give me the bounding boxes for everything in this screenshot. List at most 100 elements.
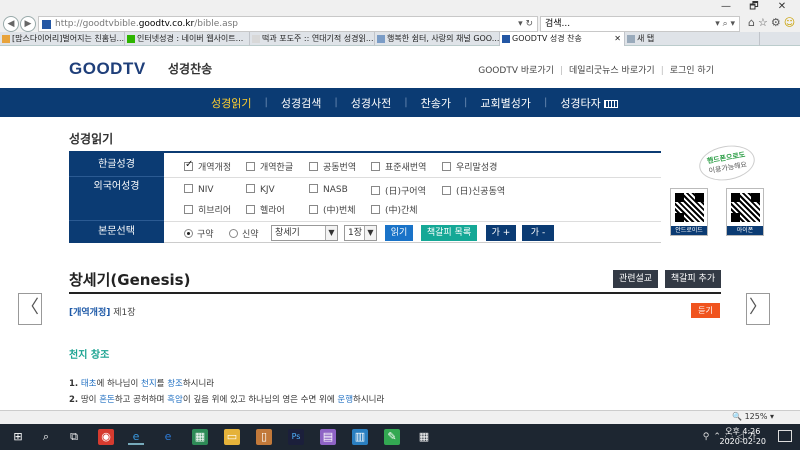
foreign-version-option[interactable]: (中)간체 — [371, 203, 418, 216]
calculator-icon[interactable]: ▦ — [416, 429, 432, 445]
menu-bible-dictionary[interactable]: 성경사전 — [338, 95, 404, 111]
korean-version-option[interactable]: 개역한글 — [246, 160, 293, 173]
korean-version-option[interactable]: 공동번역 — [309, 160, 356, 173]
search-icon[interactable]: ▾ ⌕ ▾ — [715, 17, 735, 31]
checkbox[interactable] — [442, 162, 451, 171]
foreign-version-option[interactable]: 히브리어 — [184, 203, 231, 216]
foreign-version-option[interactable]: (日)신공동역 — [442, 184, 505, 197]
iphone-qr[interactable]: 아이폰 — [726, 188, 764, 236]
checkbox[interactable] — [309, 162, 318, 171]
tab-label: [맘스다이어리]벌어지는 친홈님... — [12, 34, 125, 43]
chevron-down-icon: ▼ — [325, 226, 337, 240]
korean-version-option[interactable]: 개역개정 — [184, 159, 231, 173]
verse-text: 이 깊음 위에 있고 하나님의 영은 수면 위에 — [182, 395, 338, 405]
tab-1[interactable]: 인터넷성경 : 네이버 웹사이트... — [125, 32, 250, 46]
task-view-icon[interactable]: ⧉ — [66, 429, 82, 445]
checkbox[interactable] — [184, 159, 193, 171]
close-window-button[interactable]: ✕ — [768, 0, 796, 14]
windows-start-icon[interactable]: ⊞ — [10, 429, 26, 445]
zoom-control[interactable]: 🔍 125% ▾ — [732, 412, 774, 421]
search-icon[interactable]: ⌕ — [38, 429, 54, 445]
read-button[interactable]: 읽기 — [385, 225, 413, 241]
bookmark-list-button[interactable]: 책갈피 목록 — [421, 225, 477, 241]
verse-text: 하시니라 — [353, 395, 385, 405]
checkbox[interactable] — [442, 186, 451, 195]
chapter-select[interactable]: 1장 ▼ — [344, 225, 377, 241]
app-icon[interactable]: ▥ — [352, 429, 368, 445]
new-testament-radio[interactable]: 신약 — [229, 227, 259, 240]
tab-0[interactable]: [맘스다이어리]벌어지는 친홈님... — [0, 32, 125, 46]
checkbox[interactable] — [309, 205, 318, 214]
tab-2[interactable]: 떡과 포도주 :: 연대기적 성경읽... — [250, 32, 375, 46]
back-button[interactable]: ◀ — [3, 16, 19, 32]
app-icon[interactable]: ▦ — [192, 429, 208, 445]
edge-icon[interactable]: e — [160, 429, 176, 445]
refresh-icon[interactable]: ▾ ↻ — [518, 17, 533, 31]
foreign-version-option[interactable]: KJV — [246, 184, 275, 195]
checkbox[interactable] — [309, 184, 318, 193]
dictionary-word-link[interactable]: 흑암 — [167, 395, 183, 405]
checkbox[interactable] — [246, 184, 255, 193]
photoshop-icon[interactable]: Ps — [288, 429, 304, 445]
add-bookmark-button[interactable]: 책갈피 추가 — [665, 270, 721, 288]
android-qr[interactable]: 안드로이드 — [670, 188, 708, 236]
related-sermon-button[interactable]: 관련설교 — [613, 270, 658, 288]
address-bar[interactable]: http://goodtvbible.goodtv.co.kr/bible.as… — [38, 16, 538, 32]
search-input[interactable]: 검색... ▾ ⌕ ▾ — [540, 16, 740, 32]
goodtv-logo[interactable]: GOODTV — [69, 59, 146, 79]
checkbox[interactable] — [371, 162, 380, 171]
dictionary-word-link[interactable]: 창조 — [167, 379, 183, 389]
feedback-smiley-icon[interactable]: ☺ — [784, 16, 798, 29]
old-testament-radio[interactable]: 구약 — [184, 227, 214, 240]
settings-icon[interactable]: ⚙ — [771, 16, 784, 29]
checkbox[interactable] — [246, 162, 255, 171]
foreign-version-option[interactable]: NIV — [184, 184, 214, 195]
dictionary-word-link[interactable]: 태초 — [81, 379, 97, 389]
checkbox[interactable] — [371, 186, 380, 195]
app-icon[interactable]: ▯ — [256, 429, 272, 445]
notification-icon[interactable] — [778, 430, 792, 442]
checkbox[interactable] — [371, 205, 380, 214]
menu-bible-search[interactable]: 성경검색 — [268, 95, 334, 111]
korean-version-option[interactable]: 우리말성경 — [442, 160, 497, 173]
foreign-version-option[interactable]: (日)구어역 — [371, 184, 426, 197]
favorites-icon[interactable]: ☆ — [758, 16, 771, 29]
tab-5[interactable]: 새 탭 — [625, 32, 760, 46]
foreign-version-option[interactable]: NASB — [309, 184, 348, 195]
checkbox[interactable] — [246, 205, 255, 214]
home-icon[interactable]: ⌂ — [748, 16, 758, 29]
book-select[interactable]: 창세기 ▼ — [271, 225, 338, 241]
app-icon[interactable]: ▤ — [320, 429, 336, 445]
close-tab-icon[interactable]: ✕ — [614, 32, 621, 46]
font-larger-button[interactable]: 가 + — [486, 225, 516, 241]
login-link[interactable]: 로그인 하기 — [670, 66, 714, 76]
korean-version-option[interactable]: 표준새번역 — [371, 160, 426, 173]
font-smaller-button[interactable]: 가 - — [522, 225, 554, 241]
dictionary-word-link[interactable]: 운행 — [337, 395, 353, 405]
tab-4[interactable]: GOODTV 성경 찬송 ✕ — [500, 32, 625, 46]
next-chapter-arrow-icon[interactable]: 〉 — [746, 293, 770, 325]
tab-3[interactable]: 행복한 쉼터, 사랑의 채널 GOO... — [375, 32, 500, 46]
dailygoodnews-link[interactable]: 데일리굿뉴스 바로가기 — [569, 66, 655, 76]
prev-chapter-arrow-icon[interactable]: 〈 — [18, 293, 42, 325]
minimize-button[interactable]: — — [712, 0, 740, 14]
listen-button[interactable]: 듣기 — [691, 303, 720, 318]
app-icon[interactable]: ✎ — [384, 429, 400, 445]
app-icon[interactable]: ◉ — [98, 429, 114, 445]
menu-bible-read[interactable]: 성경읽기 — [198, 95, 264, 111]
restore-button[interactable]: 🗗 — [740, 0, 768, 14]
internet-explorer-icon[interactable]: e — [128, 429, 144, 445]
file-explorer-icon[interactable]: ▭ — [224, 429, 240, 445]
dictionary-word-link[interactable]: 혼돈 — [99, 395, 115, 405]
goodtv-link[interactable]: GOODTV 바로가기 — [478, 66, 554, 76]
menu-church-songs[interactable]: 교회별성가 — [467, 95, 544, 111]
foreign-version-option[interactable]: (中)번체 — [309, 203, 356, 216]
clock[interactable]: 오후 4:26 2020-02-20 — [720, 427, 767, 447]
foreign-version-option[interactable]: 헬라어 — [246, 203, 285, 216]
dictionary-word-link[interactable]: 천지 — [141, 379, 157, 389]
forward-button[interactable]: ▶ — [20, 16, 36, 32]
menu-bible-typing[interactable]: 성경타자 — [547, 95, 630, 111]
checkbox[interactable] — [184, 205, 193, 214]
menu-hymns[interactable]: 찬송가 — [408, 95, 464, 111]
checkbox[interactable] — [184, 184, 193, 193]
